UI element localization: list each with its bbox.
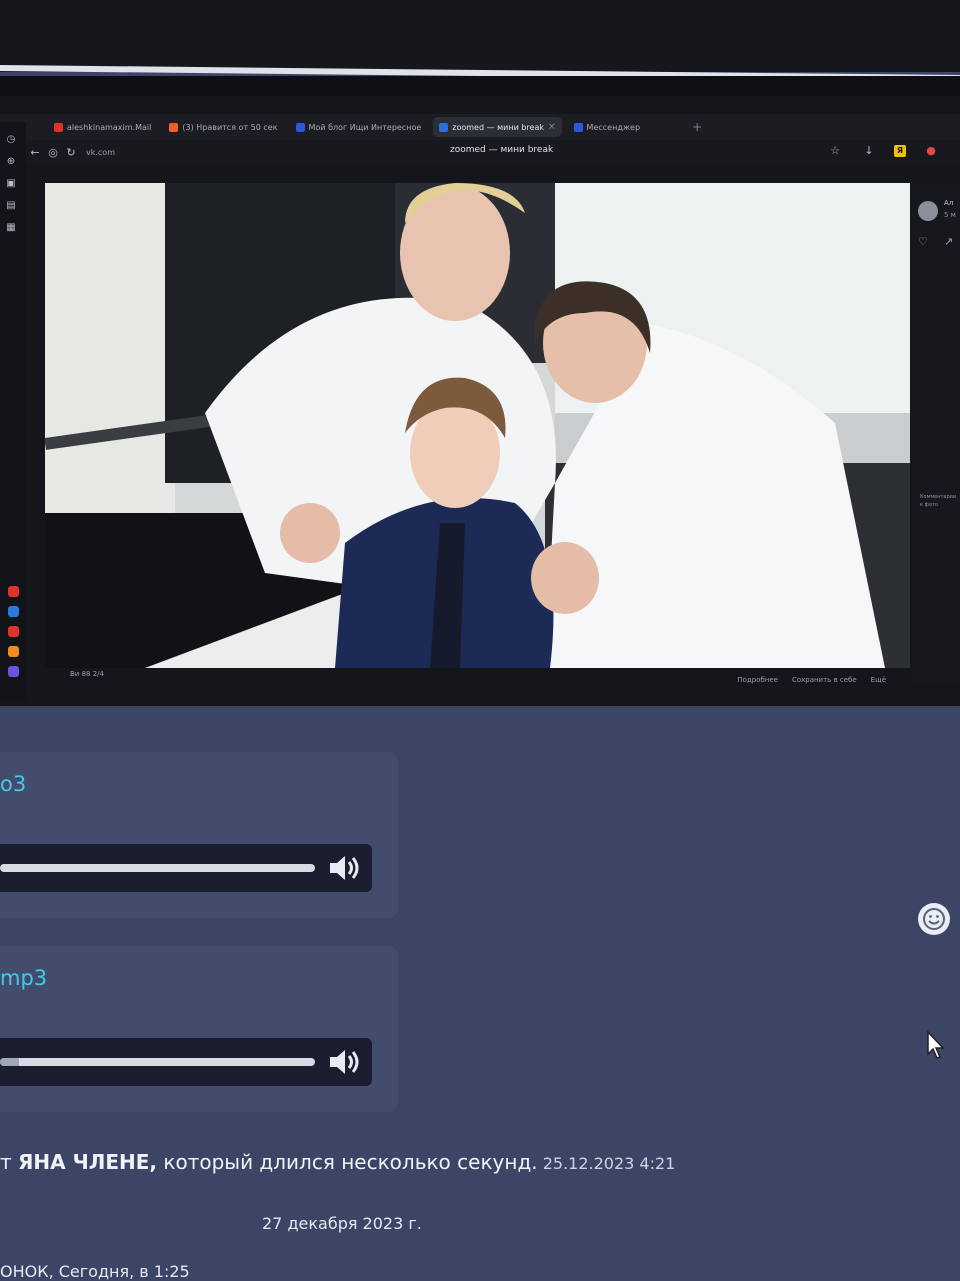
message-bold: ЯНА ЧЛЕНЕ, bbox=[18, 1150, 158, 1174]
message-prefix: т bbox=[0, 1150, 12, 1174]
share-icon[interactable]: ↗ bbox=[944, 235, 953, 248]
history-icon[interactable]: ◷ bbox=[3, 134, 19, 148]
photo-details-link[interactable]: Подробнее bbox=[737, 676, 778, 684]
photo-illustration bbox=[45, 183, 910, 668]
chat-message: т ЯНА ЧЛЕНЕ, который длился несколько се… bbox=[0, 1150, 675, 1174]
bookmark-icon[interactable]: ☆ bbox=[826, 144, 844, 157]
viewer-footer: Ви 88 2/4 Подробнее Сохранить в себе Ещё bbox=[36, 668, 906, 690]
tab-label: zoomed — мини break bbox=[452, 122, 544, 132]
comments-label: Комментарии к фото bbox=[920, 494, 957, 508]
shield-icon[interactable]: ◎ bbox=[44, 146, 62, 159]
avatar[interactable] bbox=[918, 201, 938, 221]
video-icon bbox=[169, 122, 179, 132]
tab-mail[interactable]: aleshkinamaxim.Mail bbox=[48, 117, 157, 137]
audio-progress-1[interactable] bbox=[0, 864, 315, 872]
monitor-border bbox=[0, 76, 960, 96]
save-photo-link[interactable]: Сохранить в себе bbox=[792, 676, 857, 684]
audio-player-1[interactable] bbox=[0, 844, 372, 892]
tab-label: aleshkinamaxim.Mail bbox=[67, 122, 152, 132]
tab-label: Мессенджер bbox=[586, 122, 641, 132]
emoji-button[interactable] bbox=[918, 903, 950, 935]
mail-icon bbox=[54, 122, 63, 132]
message-author[interactable]: ОНОК, Сегодня, в 1:25 bbox=[0, 1262, 190, 1281]
date-separator: 27 декабря 2023 г. bbox=[262, 1214, 422, 1233]
mouse-cursor-icon bbox=[927, 1030, 945, 1059]
volume-icon[interactable] bbox=[326, 1046, 362, 1078]
audio-attachment-2: mp3 bbox=[0, 946, 398, 1112]
audio-title-1[interactable]: o3 bbox=[0, 772, 26, 796]
reload-icon[interactable]: ↻ bbox=[62, 146, 80, 159]
audio-title-2[interactable]: mp3 bbox=[0, 966, 47, 990]
tab-video[interactable]: (3) Нравится от 50 сек bbox=[163, 117, 283, 137]
vk-icon bbox=[439, 122, 449, 132]
message-text: который длился несколько секунд. bbox=[157, 1150, 538, 1174]
odnoklassniki-icon[interactable] bbox=[8, 646, 19, 657]
grid-icon[interactable]: ▦ bbox=[3, 222, 19, 236]
tab-zoomed[interactable]: zoomed — мини break × bbox=[433, 117, 562, 137]
audio-progress-2[interactable] bbox=[0, 1058, 315, 1066]
back-icon[interactable]: ← bbox=[26, 146, 44, 159]
heart-icon[interactable]: ♡ bbox=[918, 235, 928, 248]
vk-sidebar-icon[interactable] bbox=[8, 606, 19, 617]
vk-icon bbox=[295, 122, 305, 132]
yandex-icon[interactable]: Я bbox=[894, 144, 906, 157]
youtube-icon[interactable] bbox=[8, 586, 19, 597]
author-name[interactable]: Ал bbox=[944, 199, 953, 207]
cube-icon[interactable]: ▣ bbox=[3, 178, 19, 192]
messenger-icon bbox=[573, 122, 583, 132]
address-bar[interactable]: vk.com bbox=[86, 148, 115, 157]
tab-messenger[interactable]: Мессенджер bbox=[568, 117, 647, 137]
browser-toolbar: ← ◎ ↻ vk.com zoomed — мини break ☆ ↓ Я ● bbox=[0, 140, 960, 164]
message-time: 25.12.2023 4:21 bbox=[537, 1154, 676, 1173]
download-icon[interactable]: ↓ bbox=[860, 144, 878, 157]
document-icon[interactable]: ▤ bbox=[3, 200, 19, 214]
sidebar-rail: ◷ ⊕ ▣ ▤ ▦ bbox=[0, 122, 26, 702]
post-time: 5 м bbox=[944, 211, 956, 219]
photo-side-panel: Ал 5 м ♡ ↗ Комментарии к фото bbox=[912, 183, 960, 683]
smile-icon bbox=[923, 908, 945, 930]
more-link[interactable]: Ещё bbox=[871, 676, 886, 684]
profile-icon[interactable]: ● bbox=[922, 144, 940, 157]
audio-player-2[interactable] bbox=[0, 1038, 372, 1086]
home-icon[interactable] bbox=[8, 666, 19, 677]
tab-bar: aleshkinamaxim.Mail (3) Нравится от 50 с… bbox=[0, 114, 960, 140]
tab-label: (3) Нравится от 50 сек bbox=[182, 122, 278, 132]
tab-blog[interactable]: Мой блог Ищи Интересное bbox=[290, 117, 428, 137]
globe-icon[interactable]: ⊕ bbox=[3, 156, 19, 170]
audio-progress-fill-2 bbox=[0, 1058, 19, 1066]
photo-image[interactable] bbox=[45, 183, 910, 668]
yandex-sidebar-icon[interactable] bbox=[8, 626, 19, 637]
page-title: zoomed — мини break bbox=[450, 145, 554, 155]
plus-icon[interactable]: + bbox=[692, 120, 702, 134]
tab-label: Мой блог Ищи Интересное bbox=[308, 122, 422, 132]
monitor-bezel bbox=[0, 0, 960, 72]
close-tab-icon[interactable]: × bbox=[548, 122, 556, 132]
volume-icon[interactable] bbox=[326, 852, 362, 884]
audio-attachment-1: o3 bbox=[0, 752, 398, 918]
photo-counter: Ви 88 2/4 bbox=[70, 670, 104, 678]
